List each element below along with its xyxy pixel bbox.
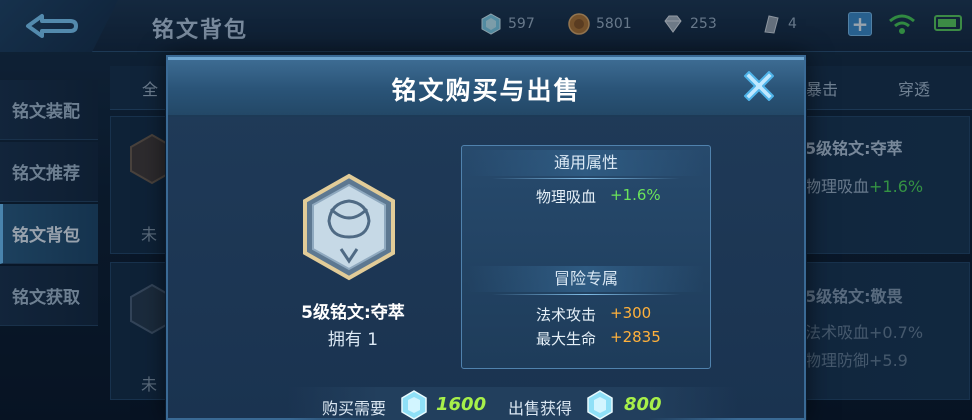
close-button[interactable] <box>734 63 784 109</box>
adventure-attributes-heading: 冒险专属 <box>468 266 704 295</box>
sell-label: 出售获得 <box>508 399 573 418</box>
buy-price[interactable]: 1600 <box>436 394 486 415</box>
modal-title: 铭文购买与出售 <box>391 76 581 105</box>
inscription-name: 5级铭文:夺萃 <box>301 303 405 323</box>
modal-header: 铭文购买与出售 <box>168 57 804 117</box>
general-attributes-heading: 通用属性 <box>468 150 704 179</box>
stat-name: 法术攻击 <box>535 306 596 324</box>
buy-label: 购买需要 <box>322 399 387 418</box>
close-icon <box>744 71 774 101</box>
stat-row: 最大生命 +2835 <box>462 328 712 350</box>
sell-price[interactable]: 800 <box>624 394 662 415</box>
diamond-icon <box>401 390 427 420</box>
stat-value: +2835 <box>610 328 661 346</box>
stat-row: 法术攻击 +300 <box>462 304 712 326</box>
stat-value: +300 <box>610 304 652 322</box>
inscription-emblem-icon <box>303 173 395 281</box>
price-bar: 购买需要 1600 出售获得 800 <box>288 387 738 420</box>
stat-value: +1.6% <box>610 186 661 204</box>
buy-sell-modal: 铭文购买与出售 5级铭文:夺萃 拥有 1 通用属性 物理吸血 +1.6% 冒险专… <box>166 55 806 420</box>
owned-count: 拥有 1 <box>327 330 379 350</box>
stats-panel: 通用属性 物理吸血 +1.6% 冒险专属 法术攻击 +300 最大生命 +283… <box>461 145 711 369</box>
stat-name: 最大生命 <box>535 330 596 348</box>
stat-name: 物理吸血 <box>535 188 596 206</box>
stat-row: 物理吸血 +1.6% <box>462 186 712 208</box>
diamond-icon <box>587 390 613 420</box>
